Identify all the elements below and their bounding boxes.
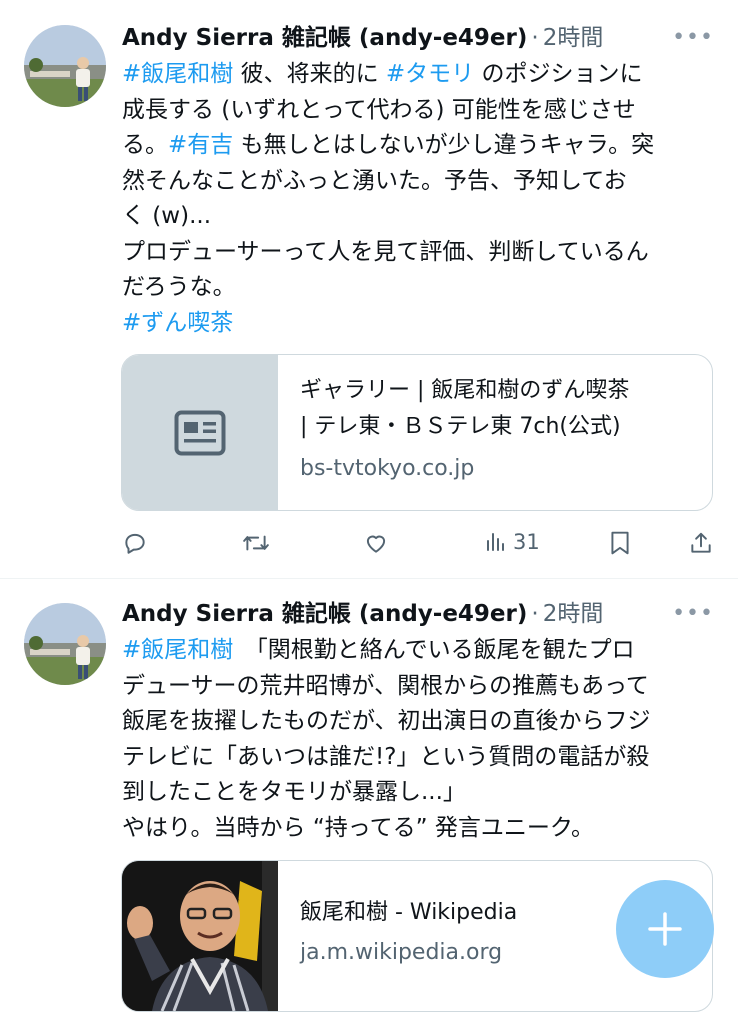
bookmark-button[interactable] <box>608 530 632 556</box>
tweet-text-line: やはり。当時から “持ってる” 発言ユニーク。 <box>122 811 722 847</box>
compose-tweet-button[interactable] <box>616 880 714 978</box>
avatar[interactable] <box>24 603 106 685</box>
text-segment: デューサーの荒井昭博が、関根からの推薦もあって <box>122 672 649 699</box>
retweet-button[interactable] <box>242 530 270 556</box>
analytics-icon <box>487 533 504 551</box>
tweet-text-line: デューサーの荒井昭博が、関根からの推薦もあって <box>122 669 722 705</box>
more-options-icon[interactable]: ••• <box>672 22 714 54</box>
text-segment: 到したことをタモリが暴露し...」 <box>122 779 466 805</box>
tweet-text-line: 然そんなことがふっと湧いた。予告、予知してお <box>122 164 722 200</box>
text-segment: やはり。当時から “持ってる” 発言ユニーク。 <box>122 814 595 841</box>
text-segment: 「関根勤と絡んでいる飯尾を観たプロ <box>233 637 635 663</box>
plus-icon <box>648 912 682 946</box>
tweet-actions: 31 <box>122 530 718 560</box>
share-icon <box>691 532 711 553</box>
text-segment: プロデューサーって人を見て評価、判断しているん <box>122 238 649 265</box>
reply-icon <box>125 533 145 554</box>
hashtag-link[interactable]: #有吉 <box>168 132 233 158</box>
retweet-icon <box>243 535 269 551</box>
tweet-text-line: #飯尾和樹 彼、将来的に #タモリ のポジションに <box>122 57 722 93</box>
author-name[interactable]: Andy Sierra 雑記帳 (andy-e49er) <box>122 25 527 51</box>
hashtag-link[interactable]: #飯尾和樹 <box>122 637 233 663</box>
card-thumbnail <box>122 861 278 1011</box>
text-segment: も無しとはしないが少し違うキャラ。突 <box>233 132 655 158</box>
text-segment: テレビに「あいつは誰だ!?」という質問の電話が殺 <box>122 743 650 770</box>
separator-dot: · <box>531 601 539 627</box>
tweet-time[interactable]: 2時間 <box>543 601 604 627</box>
text-segment: 成長する (いずれとって代わる) 可能性を感じさせ <box>122 96 636 123</box>
heart-icon <box>366 535 386 553</box>
tweet-text-line: だろうな。 <box>122 270 722 306</box>
tweet-time[interactable]: 2時間 <box>543 25 604 51</box>
tweet-text: #飯尾和樹 「関根勤と絡んでいる飯尾を観たプロデューサーの荒井昭博が、関根からの… <box>122 633 722 846</box>
like-button[interactable] <box>363 530 389 556</box>
author-name[interactable]: Andy Sierra 雑記帳 (andy-e49er) <box>122 601 527 627</box>
person-photo <box>122 861 278 1011</box>
tweet[interactable]: Andy Sierra 雑記帳 (andy-e49er) · 2時間 ••• #飯尾… <box>0 0 738 578</box>
tweet-text: #飯尾和樹 彼、将来的に #タモリ のポジションに成長する (いずれとって代わる… <box>122 57 722 341</box>
tweet-text-line: #ずん喫茶 <box>122 306 722 342</box>
card-domain: bs-tvtokyo.co.jp <box>300 456 475 481</box>
text-segment: 然そんなことがふっと湧いた。予告、予知してお <box>122 167 627 194</box>
text-segment: く (w)... <box>122 203 212 229</box>
tweet-text-line: テレビに「あいつは誰だ!?」という質問の電話が殺 <box>122 740 722 776</box>
tweet-text-line: 到したことをタモリが暴露し...」 <box>122 775 722 811</box>
more-options-icon[interactable]: ••• <box>672 598 714 630</box>
avatar[interactable] <box>24 25 106 107</box>
text-segment: のポジションに <box>474 61 643 87</box>
text-segment: 飯尾を抜擢したものだが、初出演日の直後からフジ <box>122 708 651 734</box>
article-icon <box>174 410 226 455</box>
tweet-text-line: る。#有吉 も無しとはしないが少し違うキャラ。突 <box>122 128 722 164</box>
share-button[interactable] <box>688 530 714 556</box>
tweet-text-line: #飯尾和樹 「関根勤と絡んでいる飯尾を観たプロ <box>122 633 722 669</box>
bookmark-icon <box>611 531 629 555</box>
tweet-header: Andy Sierra 雑記帳 (andy-e49er) · 2時間 ••• <box>122 598 718 630</box>
tweet-text-line: プロデューサーって人を見て評価、判断しているん <box>122 235 722 271</box>
hashtag-link[interactable]: #飯尾和樹 <box>122 61 233 87</box>
tweet-header: Andy Sierra 雑記帳 (andy-e49er) · 2時間 ••• <box>122 22 718 54</box>
tweet-text-line: 成長する (いずれとって代わる) 可能性を感じさせ <box>122 93 722 129</box>
views-button[interactable]: 31 <box>484 530 540 554</box>
hashtag-link[interactable]: #タモリ <box>386 61 474 87</box>
card-title-cont: | テレ東・ＢＳテレ東 7ch(公式) <box>300 414 621 439</box>
hashtag-link[interactable]: #ずん喫茶 <box>122 310 233 336</box>
text-segment: 彼、将来的に <box>233 61 386 87</box>
card-title: ギャラリー | 飯尾和樹のずん喫茶 <box>300 378 630 403</box>
tweet-text-line: 飯尾を抜擢したものだが、初出演日の直後からフジ <box>122 704 722 740</box>
reply-button[interactable] <box>122 530 148 556</box>
separator-dot: · <box>531 25 539 51</box>
link-card[interactable]: ギャラリー | 飯尾和樹のずん喫茶 | テレ東・ＢＳテレ東 7ch(公式) bs… <box>121 354 713 511</box>
text-segment: る。 <box>122 132 168 158</box>
tweet-text-line: く (w)... <box>122 199 722 235</box>
text-segment: だろうな。 <box>122 274 236 300</box>
card-text: ギャラリー | 飯尾和樹のずん喫茶 | テレ東・ＢＳテレ東 7ch(公式) bs… <box>300 373 700 487</box>
views-count: 31 <box>513 530 540 554</box>
card-thumbnail <box>122 355 278 510</box>
